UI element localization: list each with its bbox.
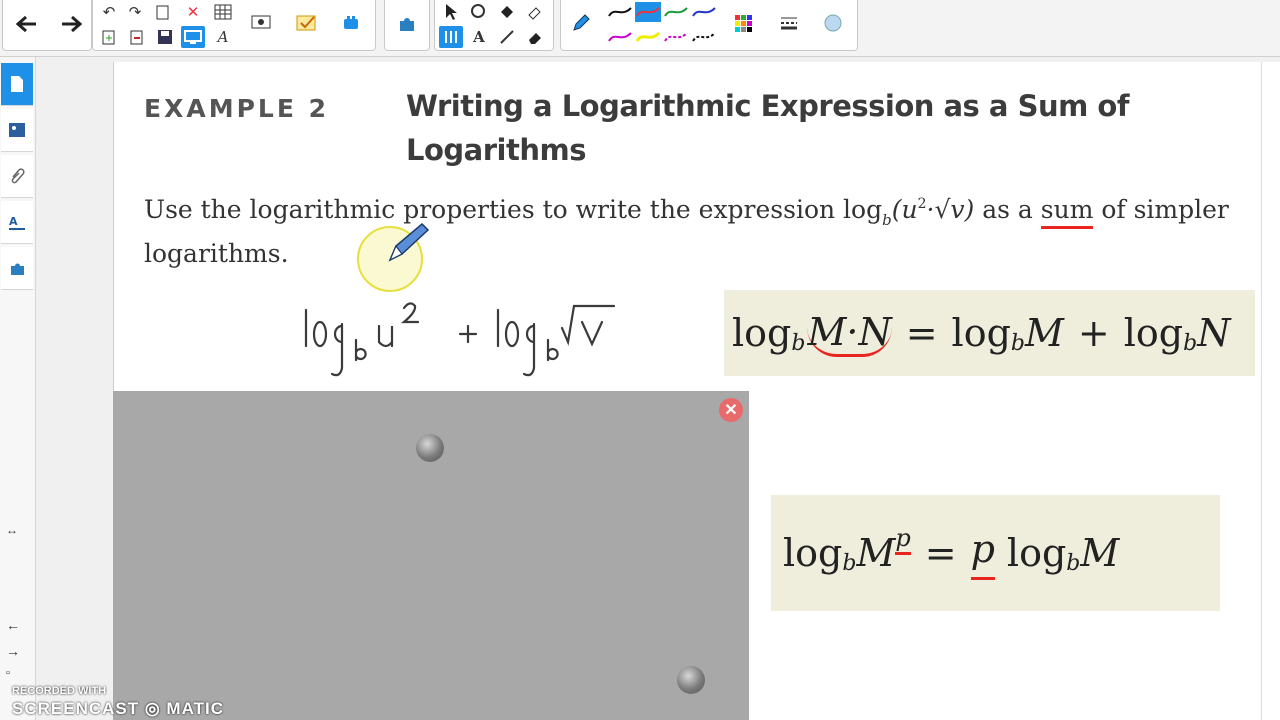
color-palette-icon[interactable] (731, 12, 755, 34)
gallery-icon[interactable] (1, 109, 33, 152)
power-base-2: b (1066, 550, 1081, 576)
pens-icon[interactable] (439, 26, 463, 48)
problem-expr-rest: ·√v) (926, 195, 975, 224)
watermark-line1: RECORDED WITH (12, 685, 107, 697)
prev-page-icon[interactable]: ← (6, 617, 20, 633)
back-arrow-icon[interactable] (5, 0, 49, 48)
power-equals: = (924, 531, 957, 575)
overlay-panel[interactable] (113, 391, 749, 720)
power-rhs-arg: M (1080, 531, 1120, 575)
product-base-1: b (791, 330, 806, 356)
problem-expr-exp: 2 (917, 196, 927, 212)
example-title: Writing a Logarithmic Expression as a Su… (406, 89, 1129, 167)
pen-swatch-dashed-black[interactable] (691, 27, 717, 47)
collapse-icon[interactable]: ↔ (6, 523, 18, 537)
power-rule-box: log b Mp = p log b M (771, 495, 1220, 611)
main-toolbar: ↶ ↷ ✕ A A (0, 0, 1280, 57)
check-icon[interactable] (295, 12, 319, 34)
side-panel: A ↔ ← → ▫ (0, 57, 36, 720)
delete-icon[interactable]: ✕ (181, 1, 205, 23)
pen-swatch-red[interactable] (635, 2, 661, 22)
select-arrow-icon[interactable] (439, 1, 463, 23)
power-base-1: b (842, 550, 857, 576)
puzzle-icon[interactable] (395, 12, 419, 34)
pen-swatch-blue[interactable] (691, 2, 717, 22)
example-label: EXAMPLE 2 (144, 94, 330, 123)
page-sorter-icon[interactable] (1, 63, 33, 106)
power-coef: p (970, 527, 995, 580)
power-lhs-base: M (856, 531, 896, 575)
watermark-line2: SCREENCAST ◎ MATIC (12, 699, 224, 718)
problem-suffix-a: as a (974, 195, 1041, 224)
redo-icon[interactable]: ↷ (123, 1, 147, 23)
export-icon[interactable] (125, 26, 149, 48)
new-page-icon[interactable] (151, 1, 175, 23)
handwriting-icon[interactable]: A (211, 26, 235, 48)
product-log-2: log (951, 311, 1011, 355)
screen-capture-icon[interactable] (249, 12, 273, 34)
problem-base: b (882, 211, 892, 229)
pen-style-group (560, 0, 858, 51)
power-lhs-exp: p (895, 524, 911, 555)
panel-handle-bottom[interactable] (677, 666, 705, 694)
product-base-3: b (1183, 330, 1198, 356)
magic-icon[interactable] (821, 12, 845, 34)
panel-handle-top[interactable] (416, 434, 444, 462)
edit-group: ↶ ↷ ✕ A (92, 0, 376, 51)
tools-group: A (434, 0, 554, 51)
attachments-icon[interactable] (1, 155, 33, 198)
handwritten-expansion (304, 302, 616, 377)
svg-text:A: A (9, 215, 18, 228)
add-ons-sidebar-icon[interactable] (1, 247, 33, 290)
line-style-icon[interactable] (777, 12, 801, 34)
power-log-2: log (1006, 531, 1067, 575)
puzzle-group (384, 0, 430, 51)
next-page-icon[interactable]: → (6, 643, 20, 659)
product-args: M·N (807, 310, 892, 357)
table-icon[interactable] (211, 1, 235, 23)
panel-close-button[interactable]: ✕ (719, 398, 743, 422)
properties-icon[interactable]: A (1, 201, 33, 244)
product-log-1: log (732, 311, 792, 355)
product-equals: = (905, 311, 938, 355)
product-rule-box: log b M·N = log b M + log b N (724, 290, 1255, 376)
clone-page-icon[interactable] (97, 26, 121, 48)
save-icon[interactable] (153, 26, 177, 48)
eraser-icon[interactable] (523, 26, 547, 48)
pen-swatch-black[interactable] (607, 2, 633, 22)
fill-icon[interactable] (495, 1, 519, 23)
product-plus: + (1077, 311, 1110, 355)
eraser-tool-icon[interactable] (523, 1, 547, 23)
screen-icon[interactable] (181, 26, 205, 48)
add-ons-icon[interactable] (339, 12, 363, 34)
page-file-icon[interactable]: ▫ (6, 667, 10, 679)
product-base-2: b (1010, 330, 1025, 356)
page-scroll-strip[interactable] (1261, 62, 1280, 720)
nav-group (2, 0, 92, 51)
pen-cursor-icon (357, 222, 430, 292)
problem-statement: Use the logarithmic properties to write … (144, 190, 1244, 274)
undo-icon[interactable]: ↶ (97, 1, 121, 23)
forward-arrow-icon[interactable] (49, 0, 93, 48)
power-log-1: log (783, 531, 843, 575)
pen-swatch-yellow[interactable] (635, 27, 661, 47)
pen-icon[interactable] (569, 12, 593, 34)
product-log-3: log (1123, 311, 1184, 355)
product-log-m: M (1025, 311, 1064, 355)
pen-swatch-magenta[interactable] (607, 27, 633, 47)
recorder-watermark: RECORDED WITH SCREENCAST ◎ MATIC (12, 685, 224, 719)
product-log-n: N (1197, 311, 1231, 355)
text-icon[interactable]: A (467, 26, 491, 48)
pen-swatch-dashed-magenta[interactable] (663, 27, 689, 47)
pen-swatch-green[interactable] (663, 2, 689, 22)
problem-expr-open: (u (891, 195, 918, 224)
line-icon[interactable] (495, 26, 519, 48)
problem-emphasis: sum (1040, 195, 1094, 229)
shapes-icon[interactable] (467, 1, 491, 23)
problem-prefix: Use the logarithmic properties to write … (144, 195, 883, 224)
